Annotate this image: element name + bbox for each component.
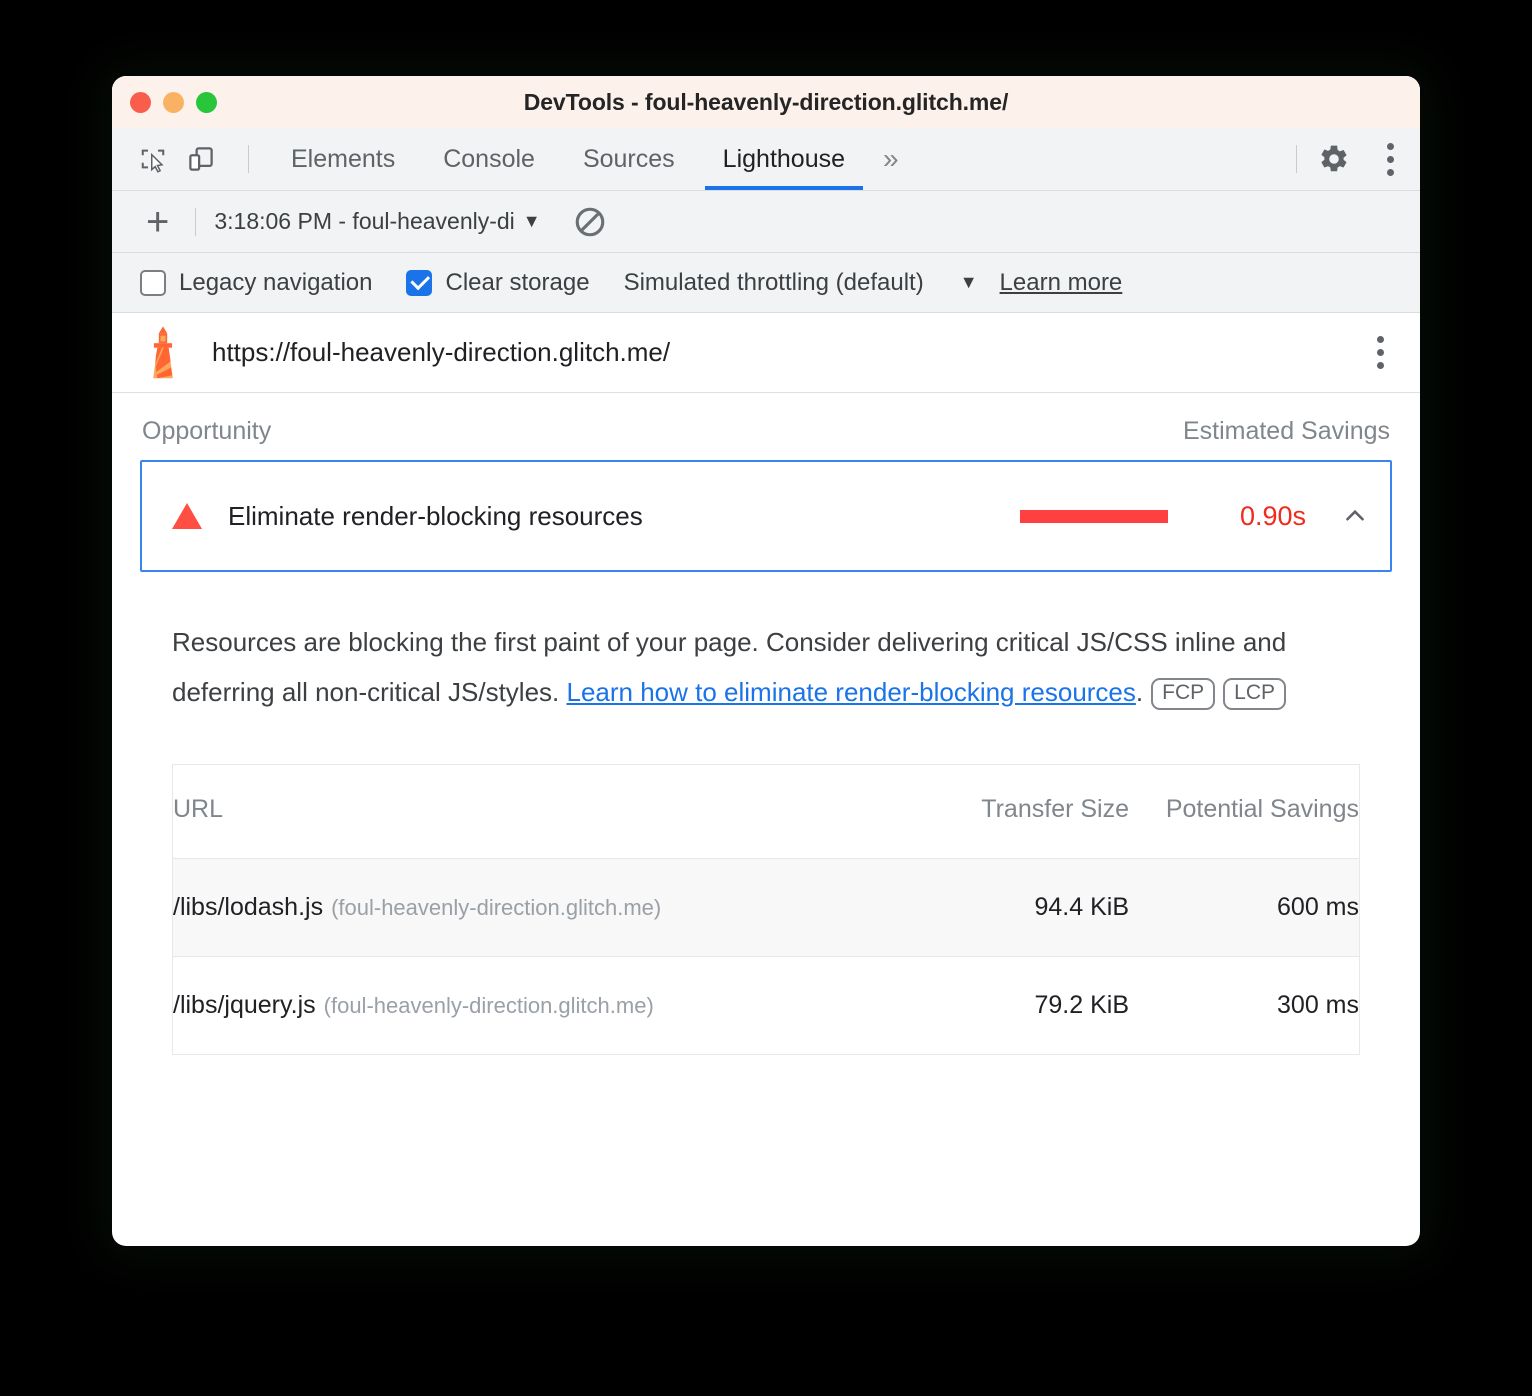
- devtools-window: DevTools - foul-heavenly-direction.glitc…: [112, 76, 1420, 1246]
- opportunity-title: Eliminate render-blocking resources: [228, 500, 643, 531]
- checkbox-box-checked: [406, 269, 433, 296]
- screenshot-root: DevTools - foul-heavenly-direction.glitc…: [0, 0, 1532, 1396]
- clear-storage-label: Clear storage: [445, 268, 590, 296]
- table-body: /libs/lodash.js (foul-heavenly-direction.…: [173, 858, 1359, 1055]
- new-report-button[interactable]: +: [138, 202, 177, 242]
- tab-lighthouse[interactable]: Lighthouse: [699, 128, 869, 190]
- kebab-dot: [1377, 349, 1384, 356]
- resource-path: /libs/lodash.js: [173, 892, 324, 921]
- cell-potential-savings: 600 ms: [1129, 858, 1359, 957]
- report-select-value: 3:18:06 PM - foul-heavenly-di: [214, 208, 515, 234]
- table-row: /libs/lodash.js (foul-heavenly-direction.…: [173, 858, 1359, 957]
- chevron-down-icon: ▼: [959, 272, 978, 292]
- chevron-up-icon[interactable]: [1342, 503, 1368, 529]
- run-toolbar-divider: [195, 207, 197, 236]
- resource-path: /libs/jquery.js: [173, 990, 316, 1019]
- tab-sources[interactable]: Sources: [559, 128, 699, 190]
- tab-label: Elements: [291, 144, 396, 173]
- savings-value: 0.90s: [1239, 500, 1306, 531]
- cell-url: /libs/lodash.js (foul-heavenly-direction.…: [173, 858, 939, 957]
- column-header-estimated-savings: Estimated Savings: [1182, 417, 1390, 445]
- report-body: Opportunity Estimated Savings Eliminate …: [112, 393, 1420, 1055]
- window-title: DevTools - foul-heavenly-direction.glitc…: [523, 88, 1009, 115]
- resource-origin: (foul-heavenly-direction.glitch.me): [323, 992, 654, 1018]
- more-tabs-icon[interactable]: »: [869, 143, 913, 175]
- tab-console[interactable]: Console: [419, 128, 559, 190]
- lighthouse-options-row: Legacy navigation Clear storage Simulate…: [112, 253, 1420, 313]
- column-header-opportunity: Opportunity: [142, 417, 272, 445]
- kebab-dot: [1377, 336, 1384, 343]
- gear-icon[interactable]: [1315, 140, 1353, 178]
- device-toolbar-icon[interactable]: [182, 140, 220, 178]
- clear-reports-button[interactable]: [573, 205, 607, 239]
- opportunity-savings: 0.90s: [1019, 500, 1368, 532]
- report-url-header: https://foul-heavenly-direction.glitch.m…: [112, 313, 1420, 393]
- toolbar-divider: [248, 145, 249, 173]
- kebab-dot: [1387, 168, 1394, 176]
- opportunity-row-selected[interactable]: Eliminate render-blocking resources 0.90…: [140, 460, 1392, 572]
- cell-transfer-size: 79.2 KiB: [939, 956, 1129, 1055]
- opportunity-description: Resources are blocking the first paint o…: [172, 618, 1302, 718]
- tabstrip-actions: [1278, 135, 1404, 184]
- description-link[interactable]: Learn how to eliminate render-blocking r…: [566, 677, 1135, 707]
- audited-url: https://foul-heavenly-direction.glitch.m…: [212, 337, 671, 367]
- table-header-row: URL Transfer Size Potential Savings: [173, 764, 1359, 859]
- metric-badge-fcp: FCP: [1151, 677, 1216, 711]
- kebab-menu-icon[interactable]: [1377, 135, 1404, 184]
- panel-tabs: Elements Console Sources Lighthouse: [267, 128, 869, 190]
- kebab-dot: [1387, 155, 1394, 163]
- report-select[interactable]: 3:18:06 PM - foul-heavenly-di ▼: [214, 208, 540, 235]
- devtools-tabstrip: Elements Console Sources Lighthouse »: [112, 128, 1420, 191]
- cell-potential-savings: 300 ms: [1129, 956, 1359, 1055]
- checkbox-box: [140, 269, 166, 296]
- window-titlebar: DevTools - foul-heavenly-direction.glitc…: [112, 76, 1420, 128]
- lighthouse-logo: [153, 325, 173, 378]
- report-menu-icon[interactable]: [1367, 328, 1394, 377]
- table-head: URL Transfer Size Potential Savings: [173, 764, 1359, 859]
- no-entry-clear-icon: [575, 207, 604, 236]
- cell-transfer-size: 94.4 KiB: [939, 858, 1129, 957]
- warning-triangle-icon: [172, 503, 202, 529]
- toolbar-divider-right: [1296, 145, 1297, 173]
- resource-origin: (foul-heavenly-direction.glitch.me): [331, 894, 662, 920]
- chevron-down-icon: ▼: [522, 211, 541, 231]
- th-potential-savings: Potential Savings: [1129, 764, 1359, 859]
- tab-label: Lighthouse: [722, 144, 845, 173]
- learn-more-link[interactable]: Learn more: [1000, 269, 1123, 297]
- throttling-label: Simulated throttling (default): [623, 268, 924, 296]
- metric-badge-lcp: LCP: [1223, 677, 1286, 711]
- tab-label: Sources: [582, 144, 675, 173]
- blocking-resources-table: URL Transfer Size Potential Savings /lib…: [173, 764, 1359, 1055]
- tab-elements[interactable]: Elements: [267, 128, 419, 190]
- kebab-dot: [1387, 142, 1394, 150]
- legacy-navigation-checkbox[interactable]: Legacy navigation: [140, 269, 372, 297]
- inspect-element-icon[interactable]: [134, 140, 172, 178]
- tab-label: Console: [443, 144, 535, 173]
- opportunity-column-headers: Opportunity Estimated Savings: [112, 393, 1420, 460]
- cell-url: /libs/jquery.js (foul-heavenly-direction.…: [173, 956, 939, 1055]
- description-text-after: .: [1135, 676, 1144, 707]
- th-url: URL: [173, 764, 939, 859]
- kebab-dot: [1377, 362, 1384, 369]
- lighthouse-run-toolbar: + 3:18:06 PM - foul-heavenly-di ▼: [112, 191, 1420, 253]
- savings-bar: [1019, 509, 1168, 523]
- table-row: /libs/jquery.js (foul-heavenly-direction.…: [173, 956, 1359, 1055]
- blocking-resources-table-wrapper: URL Transfer Size Potential Savings /lib…: [172, 763, 1360, 1055]
- clear-storage-checkbox[interactable]: Clear storage: [406, 268, 590, 297]
- throttling-select[interactable]: Simulated throttling (default) ▼: [624, 269, 978, 297]
- legacy-navigation-label: Legacy navigation: [179, 268, 373, 296]
- th-transfer-size: Transfer Size: [939, 764, 1129, 859]
